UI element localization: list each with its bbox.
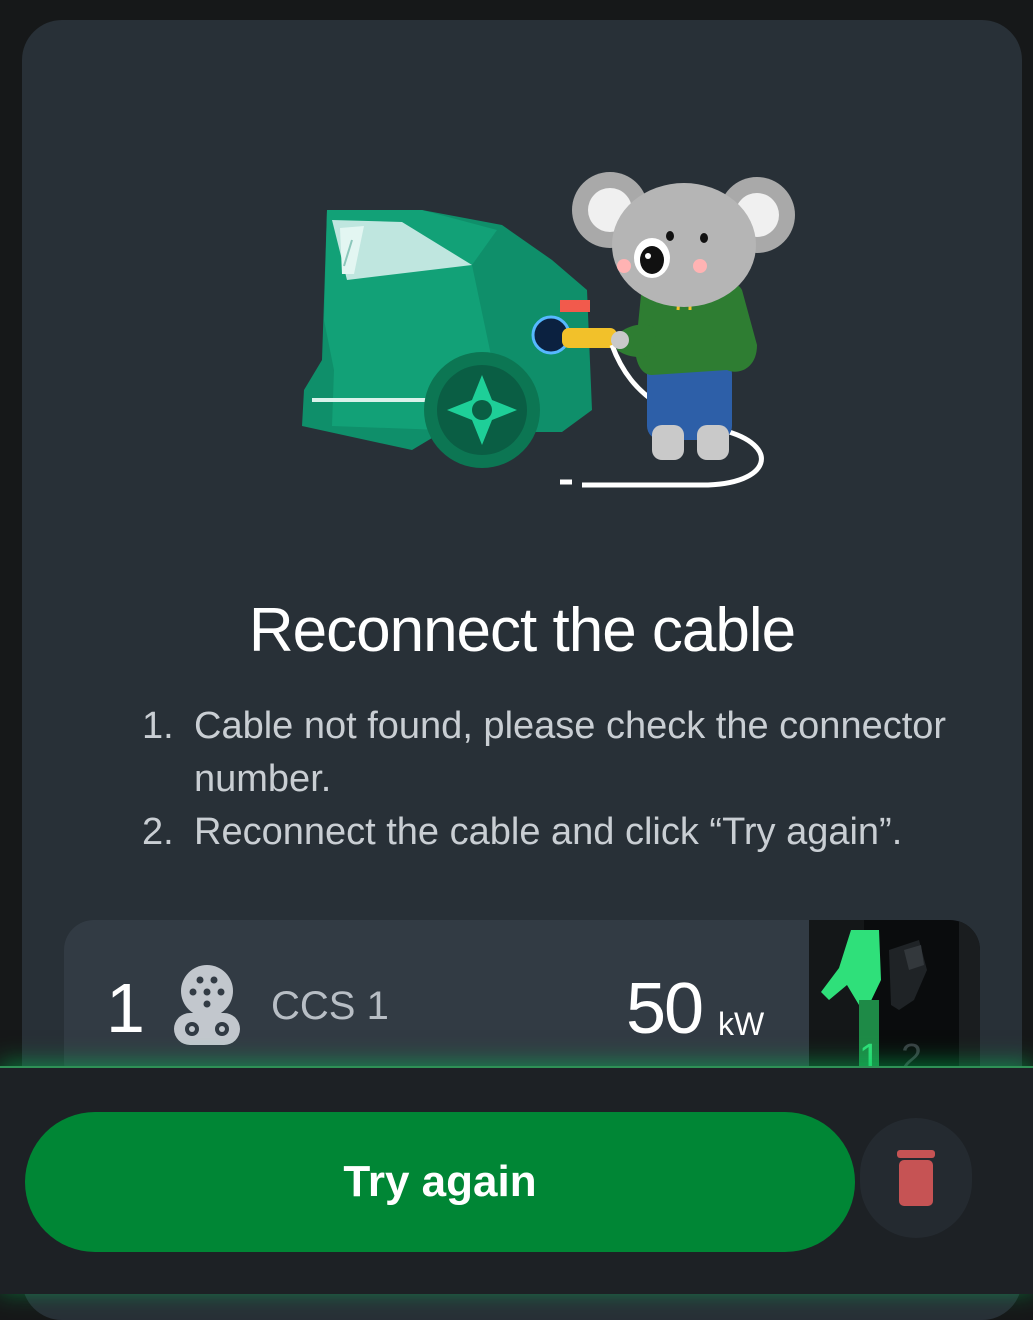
power-value: 50	[626, 969, 704, 1049]
connector-number: 1	[106, 969, 145, 1047]
step-number: 2.	[142, 811, 174, 853]
instruction-step: 2. Reconnect the cable and click “Try ag…	[142, 806, 1022, 859]
step-text: Cable not found, please check the connec…	[194, 705, 947, 800]
delete-button[interactable]	[860, 1118, 972, 1238]
instruction-step: 1. Cable not found, please check the con…	[142, 700, 1022, 806]
trash-icon	[897, 1150, 935, 1206]
power-unit: kW	[718, 1006, 765, 1042]
koala-charging-car-illustration	[302, 172, 795, 488]
step-text: Reconnect the cable and click “Try again…	[194, 811, 903, 853]
step-number: 1.	[142, 705, 174, 747]
ccs1-plug-icon	[174, 965, 240, 1045]
instructions-list: 1. Cable not found, please check the con…	[142, 700, 1022, 859]
try-again-button[interactable]: Try again	[25, 1112, 855, 1252]
page-title: Reconnect the cable	[248, 596, 796, 665]
connector-type: CCS 1	[271, 984, 389, 1028]
